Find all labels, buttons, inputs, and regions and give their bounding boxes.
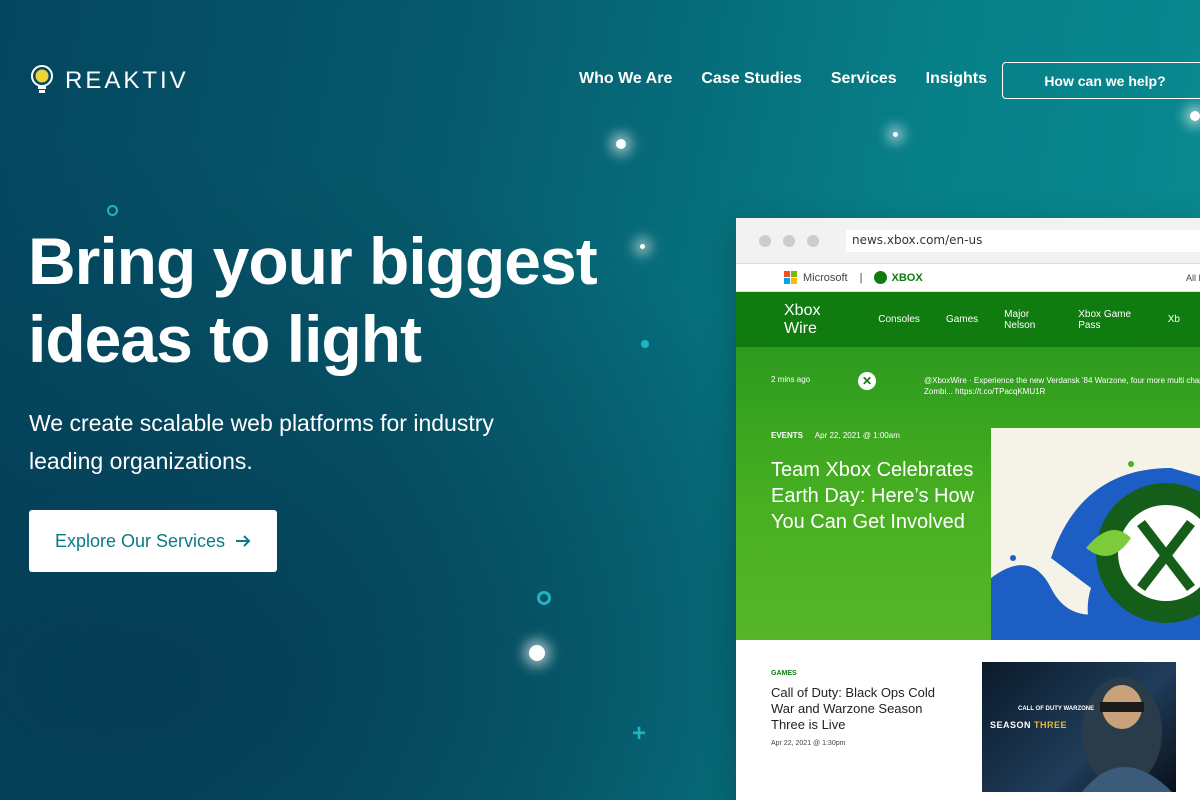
nav-services[interactable]: Services bbox=[831, 70, 897, 88]
nav-who-we-are[interactable]: Who We Are bbox=[579, 70, 672, 88]
hero-subtitle-line1: We create scalable web platforms for ind… bbox=[29, 410, 494, 436]
warzone-image: CALL OF DUTY WARZONE SEASON THREE bbox=[982, 662, 1176, 792]
ring-decoration bbox=[107, 205, 118, 216]
article-title: Team Xbox Celebrates Earth Day: Here’s H… bbox=[771, 459, 975, 533]
microsoft-logo-icon bbox=[784, 271, 797, 284]
xbox-wire-title: Xbox Wire bbox=[784, 301, 821, 337]
browser-toolbar: news.xbox.com/en-us bbox=[736, 218, 1200, 264]
ring-decoration bbox=[537, 591, 551, 605]
sparkle bbox=[640, 244, 645, 249]
site-nav-game-pass: Xbox Game Pass bbox=[1078, 308, 1132, 331]
window-dot bbox=[759, 235, 771, 247]
lightbulb-icon bbox=[31, 65, 53, 93]
sparkle bbox=[529, 645, 545, 661]
hero-subtitle-line2: leading organizations. bbox=[29, 448, 253, 474]
event-tag: EVENTS bbox=[771, 431, 804, 440]
site-nav-more: Xb bbox=[1167, 314, 1180, 325]
plus-decoration: + bbox=[632, 720, 647, 747]
hero-title-line1: Bring your biggest bbox=[28, 224, 598, 298]
sparkle bbox=[616, 139, 626, 149]
dot-decoration bbox=[641, 340, 649, 348]
season-three-label: THREE bbox=[1034, 720, 1068, 730]
hero-title-line2: ideas to light bbox=[28, 302, 422, 376]
xbox-logo-icon bbox=[874, 271, 888, 284]
xbox-wire-nav: Xbox Wire Consoles Games Major Nelson Xb… bbox=[736, 292, 1200, 347]
window-dot bbox=[807, 235, 819, 247]
all-microsoft-link: All M bbox=[1186, 272, 1200, 283]
sparkle bbox=[893, 132, 898, 137]
nav-case-studies[interactable]: Case Studies bbox=[701, 70, 801, 88]
hero-title: Bring your biggest ideas to light bbox=[28, 222, 598, 378]
microsoft-bar: Microsoft | XBOX All M bbox=[736, 264, 1200, 292]
event-meta: EVENTS Apr 22, 2021 @ 1:00am bbox=[771, 431, 900, 440]
tweet-text: @XboxWire · Experience the new Verdansk … bbox=[924, 376, 1200, 396]
nav-insights[interactable]: Insights bbox=[926, 70, 987, 88]
explore-services-label: Explore Our Services bbox=[54, 530, 226, 551]
xbox-label: XBOX bbox=[891, 271, 923, 284]
microsoft-label: Microsoft bbox=[803, 271, 848, 284]
site-nav-games: Games bbox=[945, 314, 979, 325]
xbox-icon: ✕ bbox=[858, 372, 876, 390]
divider: | bbox=[859, 271, 863, 284]
season-label: SEASON bbox=[990, 720, 1032, 730]
brand-logo[interactable]: REAKTIV bbox=[29, 64, 189, 97]
hero-subtitle: We create scalable web platforms for ind… bbox=[29, 404, 549, 480]
address-bar: news.xbox.com/en-us bbox=[846, 230, 1200, 252]
window-dot bbox=[783, 235, 795, 247]
earth-day-image bbox=[991, 428, 1200, 659]
arrow-right-icon bbox=[236, 535, 251, 547]
game-article-date: Apr 22, 2021 @ 1:30pm bbox=[771, 740, 846, 747]
sparkle bbox=[1190, 111, 1200, 121]
brand-name: REAKTIV bbox=[65, 66, 189, 94]
featured-section: 2 mins ago ✕ @XboxWire · Experience the … bbox=[736, 347, 1200, 659]
site-nav-consoles: Consoles bbox=[878, 314, 920, 325]
explore-services-button[interactable]: Explore Our Services bbox=[29, 510, 277, 572]
site-nav-major-nelson: Major Nelson bbox=[1004, 308, 1036, 331]
game-article-title: Call of Duty: Black Ops Cold War and War… bbox=[771, 685, 936, 732]
main-nav: Who We Are Case Studies Services Insight… bbox=[579, 70, 987, 88]
event-date: Apr 22, 2021 @ 1:00am bbox=[814, 431, 900, 440]
warzone-logo-text: CALL OF DUTY WARZONE bbox=[1018, 706, 1095, 712]
help-button[interactable]: How can we help? bbox=[1002, 62, 1200, 99]
games-tag: GAMES bbox=[771, 670, 797, 677]
earth-day-illustration bbox=[991, 461, 1200, 659]
browser-mockup: news.xbox.com/en-us Microsoft | XBOX All… bbox=[736, 218, 1200, 800]
games-section: GAMES Call of Duty: Black Ops Cold War a… bbox=[736, 640, 1200, 800]
season-text: SEASON THREE bbox=[990, 720, 1067, 730]
